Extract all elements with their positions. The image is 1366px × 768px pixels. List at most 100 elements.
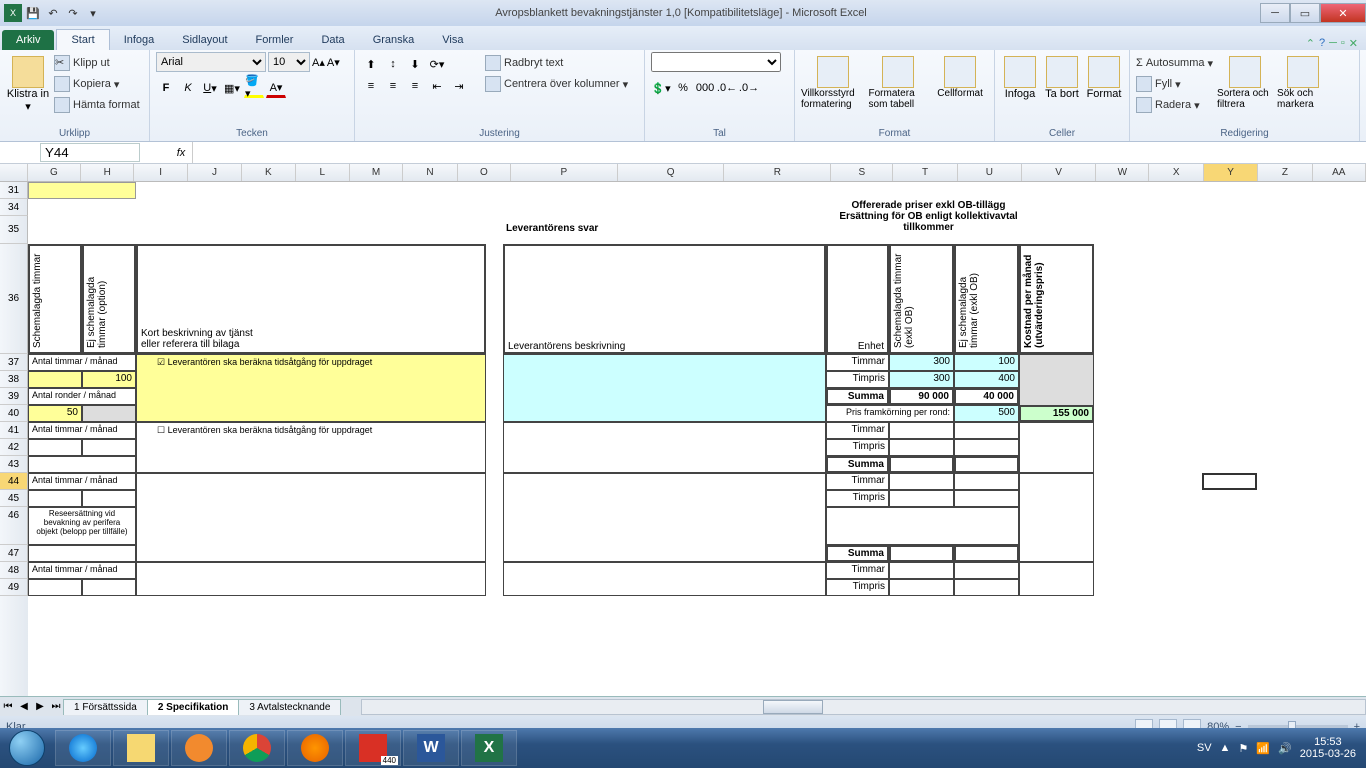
taskbar-ie[interactable]: [55, 730, 111, 766]
align-bottom-icon[interactable]: ⬇: [405, 54, 425, 74]
insert-button[interactable]: Infoga: [1001, 56, 1039, 100]
minimize-button[interactable]: ─: [1260, 3, 1290, 23]
taskbar-word[interactable]: W: [403, 730, 459, 766]
tray-volume-icon[interactable]: 🔊: [1278, 742, 1292, 755]
qat-dropdown-icon[interactable]: ▾: [84, 4, 102, 22]
window-min-icon[interactable]: ─: [1329, 37, 1337, 50]
first-sheet-icon[interactable]: ⏮: [0, 701, 16, 712]
fx-icon[interactable]: fx: [170, 147, 192, 159]
format-icon: [1088, 56, 1120, 88]
file-tab[interactable]: Arkiv: [2, 30, 54, 50]
tab-sidlayout[interactable]: Sidlayout: [168, 30, 241, 50]
taskbar-mail[interactable]: 440: [345, 730, 401, 766]
font-name-select[interactable]: Arial: [156, 52, 266, 72]
brush-icon: [54, 97, 70, 113]
border-button[interactable]: ▦▾: [222, 78, 242, 98]
close-button[interactable]: ✕: [1320, 3, 1366, 23]
taskbar-explorer[interactable]: [113, 730, 169, 766]
autosum-button[interactable]: Σ Autosumma▾: [1136, 53, 1213, 73]
clear-button[interactable]: Radera▾: [1136, 95, 1213, 115]
sheet-tab-1[interactable]: 1 Försättssida: [63, 699, 148, 715]
align-right-icon[interactable]: ≡: [405, 76, 425, 96]
italic-button[interactable]: K: [178, 78, 198, 98]
checkbox-icon[interactable]: ☑: [157, 357, 165, 367]
paste-button[interactable]: Klistra in ▾: [6, 56, 50, 113]
tab-start[interactable]: Start: [56, 29, 109, 50]
tab-formler[interactable]: Formler: [242, 30, 308, 50]
wrap-text-button[interactable]: Radbryt text: [485, 53, 628, 73]
indent-dec-icon[interactable]: ⇤: [427, 76, 447, 96]
sort-filter-button[interactable]: Sortera och filtrera: [1217, 56, 1273, 110]
orientation-icon[interactable]: ⟳▾: [427, 54, 447, 74]
selected-cell[interactable]: [1202, 473, 1257, 490]
indent-inc-icon[interactable]: ⇥: [449, 76, 469, 96]
tray-up-icon[interactable]: ▲: [1220, 742, 1231, 754]
tab-granska[interactable]: Granska: [359, 30, 429, 50]
cell-yellow[interactable]: [28, 182, 136, 199]
merge-center-button[interactable]: Centrera över kolumner▾: [485, 74, 628, 94]
ie-icon: [69, 734, 97, 762]
font-size-select[interactable]: 10: [268, 52, 310, 72]
formula-input[interactable]: [192, 142, 1366, 163]
undo-icon[interactable]: ↶: [44, 4, 62, 22]
taskbar-firefox[interactable]: [287, 730, 343, 766]
window-close-icon[interactable]: ✕: [1349, 37, 1358, 50]
align-middle-icon[interactable]: ↕: [383, 54, 403, 74]
align-left-icon[interactable]: ≡: [361, 76, 381, 96]
grow-font-icon[interactable]: A▴: [312, 56, 325, 69]
column-headers[interactable]: G H I J K L M N O P Q R S T U V W X Y Z …: [0, 164, 1366, 182]
fill-color-button[interactable]: 🪣▾: [244, 78, 264, 98]
tab-data[interactable]: Data: [307, 30, 358, 50]
tray-network-icon[interactable]: 📶: [1256, 742, 1270, 755]
format-painter-button[interactable]: Hämta format: [54, 95, 140, 115]
horizontal-scrollbar[interactable]: [361, 699, 1366, 715]
sheet-tab-3[interactable]: 3 Avtalstecknande: [238, 699, 341, 715]
underline-button[interactable]: U▾: [200, 78, 220, 98]
tab-infoga[interactable]: Infoga: [110, 30, 169, 50]
last-sheet-icon[interactable]: ⏭: [48, 701, 64, 712]
maximize-button[interactable]: ▭: [1290, 3, 1320, 23]
inc-decimal-icon[interactable]: .0←: [717, 78, 737, 98]
format-button[interactable]: Format: [1085, 56, 1123, 100]
cell-grid[interactable]: Offererade priser exkl OB-tillägg Ersätt…: [28, 182, 1366, 696]
worksheet[interactable]: G H I J K L M N O P Q R S T U V W X Y Z …: [0, 164, 1366, 696]
delete-button[interactable]: Ta bort: [1043, 56, 1081, 100]
percent-icon[interactable]: %: [673, 78, 693, 98]
taskbar-excel[interactable]: X: [461, 730, 517, 766]
font-color-button[interactable]: A▾: [266, 78, 286, 98]
bold-button[interactable]: F: [156, 78, 176, 98]
checkbox-icon[interactable]: ☐: [157, 425, 165, 435]
sheet-tab-2[interactable]: 2 Specifikation: [147, 699, 240, 715]
redo-icon[interactable]: ↷: [64, 4, 82, 22]
name-box[interactable]: [40, 143, 140, 162]
find-select-button[interactable]: Sök och markera: [1277, 56, 1329, 110]
window-restore-icon[interactable]: ▫: [1341, 37, 1345, 50]
tray-lang[interactable]: SV: [1197, 742, 1212, 754]
minimize-ribbon-icon[interactable]: ⌃: [1306, 37, 1315, 50]
number-format-select[interactable]: [651, 52, 781, 72]
copy-button[interactable]: Kopiera▾: [54, 74, 140, 94]
cut-button[interactable]: ✂Klipp ut: [54, 53, 140, 73]
format-table-button[interactable]: Formatera som tabell: [869, 56, 929, 110]
align-top-icon[interactable]: ⬆: [361, 54, 381, 74]
sigma-icon: Σ: [1136, 57, 1143, 69]
fill-button[interactable]: Fyll▾: [1136, 74, 1213, 94]
comma-icon[interactable]: 000: [695, 78, 715, 98]
tray-flag-icon[interactable]: ⚑: [1238, 742, 1248, 755]
save-icon[interactable]: 💾: [24, 4, 42, 22]
help-icon[interactable]: ?: [1319, 37, 1325, 50]
row-headers[interactable]: 31 34 35 36 37 38 39 40 41 42 43 44 45 4…: [0, 182, 28, 696]
conditional-format-button[interactable]: Villkorsstyrd formatering: [801, 56, 865, 110]
start-button[interactable]: [0, 728, 54, 768]
tab-visa[interactable]: Visa: [428, 30, 477, 50]
taskbar-media[interactable]: [171, 730, 227, 766]
taskbar-chrome[interactable]: [229, 730, 285, 766]
dec-decimal-icon[interactable]: .0→: [739, 78, 759, 98]
shrink-font-icon[interactable]: A▾: [327, 56, 340, 69]
currency-icon[interactable]: 💲▾: [651, 78, 671, 98]
align-center-icon[interactable]: ≡: [383, 76, 403, 96]
next-sheet-icon[interactable]: ▶: [32, 701, 48, 712]
tray-clock[interactable]: 15:53 2015-03-26: [1300, 736, 1356, 760]
cell-styles-button[interactable]: Cellformat: [932, 56, 988, 99]
prev-sheet-icon[interactable]: ◀: [16, 701, 32, 712]
